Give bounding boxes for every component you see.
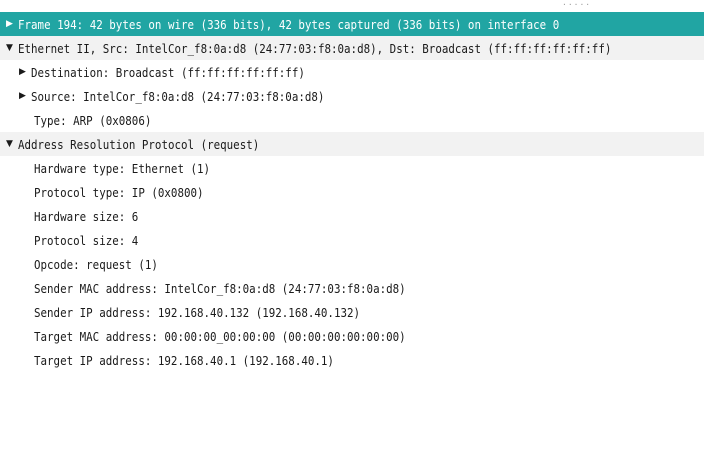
tree-item-label: Address Resolution Protocol (request) bbox=[18, 136, 260, 152]
packet-detail-tree: ▶ Frame 194: 42 bytes on wire (336 bits)… bbox=[0, 12, 704, 372]
tree-item-label: Hardware type: Ethernet (1) bbox=[34, 160, 211, 176]
tree-item-arp-opcode[interactable]: Opcode: request (1) bbox=[0, 252, 704, 276]
tree-item-label: Hardware size: 6 bbox=[34, 208, 139, 224]
tree-item-label: Source: IntelCor_f8:0a:d8 (24:77:03:f8:0… bbox=[31, 88, 325, 104]
tree-item-label: Opcode: request (1) bbox=[34, 256, 158, 272]
tree-item-label: Ethernet II, Src: IntelCor_f8:0a:d8 (24:… bbox=[18, 40, 612, 56]
tree-item-label: Frame 194: 42 bytes on wire (336 bits), … bbox=[18, 16, 560, 32]
tree-item-eth-source[interactable]: ▶ Source: IntelCor_f8:0a:d8 (24:77:03:f8… bbox=[0, 84, 704, 108]
expand-arrow-icon[interactable]: ▶ bbox=[6, 12, 18, 36]
tree-item-arp-protocol-size[interactable]: Protocol size: 4 bbox=[0, 228, 704, 252]
tree-item-arp-target-mac[interactable]: Target MAC address: 00:00:00_00:00:00 (0… bbox=[0, 324, 704, 348]
tree-item-arp-hardware-type[interactable]: Hardware type: Ethernet (1) bbox=[0, 156, 704, 180]
tree-item-label: Sender MAC address: IntelCor_f8:0a:d8 (2… bbox=[34, 280, 406, 296]
tree-item-arp-hardware-size[interactable]: Hardware size: 6 bbox=[0, 204, 704, 228]
expand-arrow-icon[interactable]: ▶ bbox=[19, 84, 31, 108]
tree-item-label: Sender IP address: 192.168.40.132 (192.1… bbox=[34, 304, 361, 320]
expand-arrow-icon[interactable]: ▶ bbox=[19, 60, 31, 84]
tree-item-arp[interactable]: ▼ Address Resolution Protocol (request) bbox=[0, 132, 704, 156]
collapse-arrow-icon[interactable]: ▼ bbox=[6, 132, 18, 156]
packet-details-pane[interactable]: ..... ▶ Frame 194: 42 bytes on wire (336… bbox=[0, 0, 704, 463]
tree-item-arp-sender-ip[interactable]: Sender IP address: 192.168.40.132 (192.1… bbox=[0, 300, 704, 324]
tree-item-label: Protocol type: IP (0x0800) bbox=[34, 184, 204, 200]
tree-item-label: Type: ARP (0x0806) bbox=[34, 112, 152, 128]
tree-item-eth-destination[interactable]: ▶ Destination: Broadcast (ff:ff:ff:ff:ff… bbox=[0, 60, 704, 84]
tree-item-eth-type[interactable]: Type: ARP (0x0806) bbox=[0, 108, 704, 132]
tree-item-label: Destination: Broadcast (ff:ff:ff:ff:ff:f… bbox=[31, 64, 305, 80]
tree-item-label: Target MAC address: 00:00:00_00:00:00 (0… bbox=[34, 328, 406, 344]
tree-item-arp-target-ip[interactable]: Target IP address: 192.168.40.1 (192.168… bbox=[0, 348, 704, 372]
tree-item-label: Protocol size: 4 bbox=[34, 232, 139, 248]
tree-item-ethernet[interactable]: ▼ Ethernet II, Src: IntelCor_f8:0a:d8 (2… bbox=[0, 36, 704, 60]
collapse-arrow-icon[interactable]: ▼ bbox=[6, 36, 18, 60]
splitter-handle[interactable]: ..... bbox=[562, 0, 591, 7]
tree-item-arp-protocol-type[interactable]: Protocol type: IP (0x0800) bbox=[0, 180, 704, 204]
tree-item-arp-sender-mac[interactable]: Sender MAC address: IntelCor_f8:0a:d8 (2… bbox=[0, 276, 704, 300]
tree-item-frame[interactable]: ▶ Frame 194: 42 bytes on wire (336 bits)… bbox=[0, 12, 704, 36]
tree-item-label: Target IP address: 192.168.40.1 (192.168… bbox=[34, 352, 334, 368]
